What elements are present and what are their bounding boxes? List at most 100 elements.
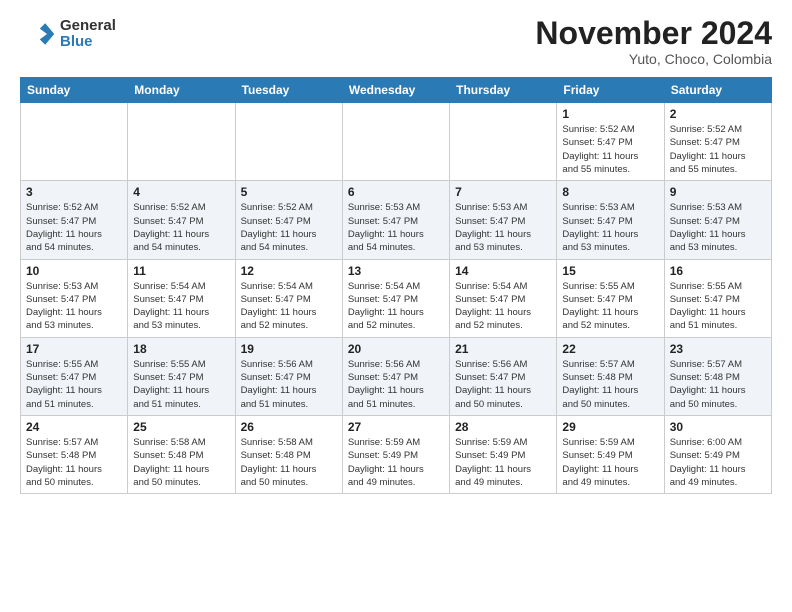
day-info: Sunrise: 5:57 AMSunset: 5:48 PMDaylight:… <box>562 358 658 411</box>
day-number: 21 <box>455 342 551 356</box>
day-info: Sunrise: 5:52 AMSunset: 5:47 PMDaylight:… <box>562 123 658 176</box>
logo-general-text: General <box>60 18 116 35</box>
day-info: Sunrise: 5:55 AMSunset: 5:47 PMDaylight:… <box>562 280 658 333</box>
day-number: 24 <box>26 420 122 434</box>
day-number: 4 <box>133 185 229 199</box>
day-info: Sunrise: 5:54 AMSunset: 5:47 PMDaylight:… <box>241 280 337 333</box>
day-number: 20 <box>348 342 444 356</box>
day-number: 1 <box>562 107 658 121</box>
day-number: 3 <box>26 185 122 199</box>
day-info: Sunrise: 5:55 AMSunset: 5:47 PMDaylight:… <box>133 358 229 411</box>
day-info: Sunrise: 5:59 AMSunset: 5:49 PMDaylight:… <box>562 436 658 489</box>
logo-blue-text: Blue <box>60 34 116 51</box>
day-number: 7 <box>455 185 551 199</box>
calendar-cell: 20 Sunrise: 5:56 AMSunset: 5:47 PMDayligh… <box>342 337 449 415</box>
calendar-cell: 13 Sunrise: 5:54 AMSunset: 5:47 PMDayligh… <box>342 259 449 337</box>
page-subtitle: Yuto, Choco, Colombia <box>535 51 772 67</box>
day-info: Sunrise: 6:00 AMSunset: 5:49 PMDaylight:… <box>670 436 766 489</box>
calendar-week-row: 24 Sunrise: 5:57 AMSunset: 5:48 PMDayligh… <box>21 415 772 493</box>
calendar-cell: 8 Sunrise: 5:53 AMSunset: 5:47 PMDaylight… <box>557 181 664 259</box>
day-info: Sunrise: 5:56 AMSunset: 5:47 PMDaylight:… <box>348 358 444 411</box>
day-number: 18 <box>133 342 229 356</box>
day-info: Sunrise: 5:56 AMSunset: 5:47 PMDaylight:… <box>455 358 551 411</box>
calendar-cell: 12Sunrise: 5:54 AMSunset: 5:47 PMDayligh… <box>235 259 342 337</box>
calendar-cell <box>342 103 449 181</box>
day-info: Sunrise: 5:53 AMSunset: 5:47 PMDaylight:… <box>455 201 551 254</box>
calendar-header-row: SundayMondayTuesdayWednesdayThursdayFrid… <box>21 78 772 103</box>
calendar-week-row: 17Sunrise: 5:55 AMSunset: 5:47 PMDayligh… <box>21 337 772 415</box>
day-number: 29 <box>562 420 658 434</box>
calendar-cell: 7 Sunrise: 5:53 AMSunset: 5:47 PMDaylight… <box>450 181 557 259</box>
day-number: 30 <box>670 420 766 434</box>
calendar-cell: 24 Sunrise: 5:57 AMSunset: 5:48 PMDayligh… <box>21 415 128 493</box>
day-number: 9 <box>670 185 766 199</box>
day-info: Sunrise: 5:53 AMSunset: 5:47 PMDaylight:… <box>348 201 444 254</box>
calendar-cell <box>21 103 128 181</box>
day-info: Sunrise: 5:59 AMSunset: 5:49 PMDaylight:… <box>455 436 551 489</box>
calendar-cell: 27 Sunrise: 5:59 AMSunset: 5:49 PMDayligh… <box>342 415 449 493</box>
calendar-cell: 2Sunrise: 5:52 AMSunset: 5:47 PMDaylight… <box>664 103 771 181</box>
day-info: Sunrise: 5:58 AMSunset: 5:48 PMDaylight:… <box>133 436 229 489</box>
calendar-week-row: 10Sunrise: 5:53 AMSunset: 5:47 PMDayligh… <box>21 259 772 337</box>
day-number: 19 <box>241 342 337 356</box>
day-info: Sunrise: 5:54 AMSunset: 5:47 PMDaylight:… <box>455 280 551 333</box>
calendar-cell: 9 Sunrise: 5:53 AMSunset: 5:47 PMDaylight… <box>664 181 771 259</box>
calendar-cell: 23 Sunrise: 5:57 AMSunset: 5:48 PMDayligh… <box>664 337 771 415</box>
calendar-cell: 14 Sunrise: 5:54 AMSunset: 5:47 PMDayligh… <box>450 259 557 337</box>
title-block: November 2024 Yuto, Choco, Colombia <box>535 16 772 67</box>
calendar-cell: 29 Sunrise: 5:59 AMSunset: 5:49 PMDayligh… <box>557 415 664 493</box>
logo: General Blue <box>20 16 116 52</box>
day-number: 16 <box>670 264 766 278</box>
calendar-cell: 16Sunrise: 5:55 AMSunset: 5:47 PMDayligh… <box>664 259 771 337</box>
calendar-col-saturday: Saturday <box>664 78 771 103</box>
day-info: Sunrise: 5:52 AMSunset: 5:47 PMDaylight:… <box>241 201 337 254</box>
calendar-cell: 30 Sunrise: 6:00 AMSunset: 5:49 PMDayligh… <box>664 415 771 493</box>
logo-text: General Blue <box>60 18 116 51</box>
day-info: Sunrise: 5:57 AMSunset: 5:48 PMDaylight:… <box>670 358 766 411</box>
calendar-col-monday: Monday <box>128 78 235 103</box>
logo-icon <box>20 16 56 52</box>
calendar-cell: 1 Sunrise: 5:52 AMSunset: 5:47 PMDaylight… <box>557 103 664 181</box>
calendar-col-sunday: Sunday <box>21 78 128 103</box>
day-number: 8 <box>562 185 658 199</box>
page: General Blue November 2024 Yuto, Choco, … <box>0 0 792 510</box>
calendar-col-tuesday: Tuesday <box>235 78 342 103</box>
day-number: 5 <box>241 185 337 199</box>
day-info: Sunrise: 5:54 AMSunset: 5:47 PMDaylight:… <box>348 280 444 333</box>
calendar-cell <box>450 103 557 181</box>
day-info: Sunrise: 5:59 AMSunset: 5:49 PMDaylight:… <box>348 436 444 489</box>
day-number: 22 <box>562 342 658 356</box>
day-info: Sunrise: 5:53 AMSunset: 5:47 PMDaylight:… <box>562 201 658 254</box>
calendar-col-wednesday: Wednesday <box>342 78 449 103</box>
calendar-cell: 15 Sunrise: 5:55 AMSunset: 5:47 PMDayligh… <box>557 259 664 337</box>
calendar-week-row: 1 Sunrise: 5:52 AMSunset: 5:47 PMDaylight… <box>21 103 772 181</box>
day-number: 11 <box>133 264 229 278</box>
day-number: 14 <box>455 264 551 278</box>
calendar-cell: 4 Sunrise: 5:52 AMSunset: 5:47 PMDaylight… <box>128 181 235 259</box>
day-number: 13 <box>348 264 444 278</box>
day-number: 6 <box>348 185 444 199</box>
day-number: 15 <box>562 264 658 278</box>
day-number: 27 <box>348 420 444 434</box>
day-info: Sunrise: 5:57 AMSunset: 5:48 PMDaylight:… <box>26 436 122 489</box>
calendar-cell: 19 Sunrise: 5:56 AMSunset: 5:47 PMDayligh… <box>235 337 342 415</box>
calendar-cell: 28 Sunrise: 5:59 AMSunset: 5:49 PMDayligh… <box>450 415 557 493</box>
day-info: Sunrise: 5:53 AMSunset: 5:47 PMDaylight:… <box>670 201 766 254</box>
page-title: November 2024 <box>535 16 772 51</box>
calendar-cell <box>128 103 235 181</box>
day-number: 25 <box>133 420 229 434</box>
calendar-cell: 5 Sunrise: 5:52 AMSunset: 5:47 PMDaylight… <box>235 181 342 259</box>
calendar-cell: 10Sunrise: 5:53 AMSunset: 5:47 PMDayligh… <box>21 259 128 337</box>
day-number: 10 <box>26 264 122 278</box>
day-info: Sunrise: 5:54 AMSunset: 5:47 PMDaylight:… <box>133 280 229 333</box>
calendar-cell <box>235 103 342 181</box>
day-number: 28 <box>455 420 551 434</box>
day-info: Sunrise: 5:52 AMSunset: 5:47 PMDaylight:… <box>133 201 229 254</box>
calendar-cell: 11 Sunrise: 5:54 AMSunset: 5:47 PMDayligh… <box>128 259 235 337</box>
day-info: Sunrise: 5:56 AMSunset: 5:47 PMDaylight:… <box>241 358 337 411</box>
calendar-cell: 18 Sunrise: 5:55 AMSunset: 5:47 PMDayligh… <box>128 337 235 415</box>
day-info: Sunrise: 5:52 AMSunset: 5:47 PMDaylight:… <box>670 123 766 176</box>
day-number: 23 <box>670 342 766 356</box>
calendar-col-friday: Friday <box>557 78 664 103</box>
day-info: Sunrise: 5:58 AMSunset: 5:48 PMDaylight:… <box>241 436 337 489</box>
